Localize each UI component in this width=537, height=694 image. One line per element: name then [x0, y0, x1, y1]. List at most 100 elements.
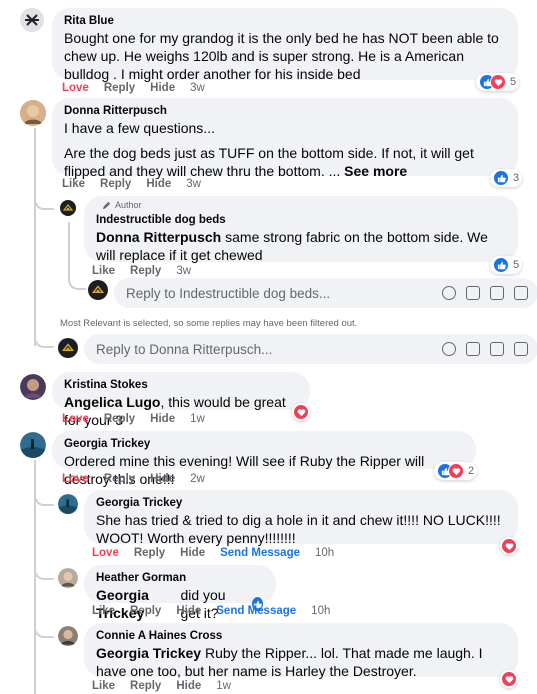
- avatar[interactable]: [20, 100, 46, 126]
- gif-icon[interactable]: [490, 342, 504, 356]
- hide-button[interactable]: Hide: [146, 178, 171, 190]
- comment-author[interactable]: Georgia Trickey: [64, 437, 464, 452]
- send-message-button[interactable]: Send Message: [216, 605, 296, 617]
- mention-link[interactable]: Georgia Trickey: [96, 645, 201, 661]
- comment-actions: Like Reply Hide 1w: [92, 680, 246, 692]
- hide-button[interactable]: Hide: [180, 547, 205, 559]
- comment-text-paragraph: Donna Ritterpusch same strong fabric on …: [96, 228, 506, 264]
- comment-actions: Like Reply Hide 3w: [62, 178, 216, 190]
- comment-text-paragraph: Are the dog beds just as TUFF on the bot…: [64, 144, 506, 180]
- page-avatar[interactable]: [60, 200, 76, 216]
- reaction-summary[interactable]: [500, 670, 518, 688]
- hide-button[interactable]: Hide: [176, 680, 201, 692]
- timestamp[interactable]: 3w: [190, 82, 205, 94]
- camera-icon[interactable]: [466, 342, 480, 356]
- reply-button[interactable]: Reply: [104, 413, 135, 425]
- reply-bubble: Author Indestructible dog beds Donna Rit…: [84, 196, 518, 264]
- like-button[interactable]: Like: [62, 178, 85, 190]
- page-avatar: [88, 280, 108, 300]
- avatar[interactable]: [20, 374, 46, 400]
- reply-button[interactable]: Reply: [130, 605, 161, 617]
- comment-text: Bought one for my grandog it is the only…: [64, 30, 499, 82]
- reply-input[interactable]: Reply to Indestructible dog beds...: [114, 278, 537, 308]
- timestamp[interactable]: 1w: [216, 680, 231, 692]
- reply-placeholder: Reply to Indestructible dog beds...: [126, 285, 331, 301]
- timestamp[interactable]: 1w: [190, 413, 205, 425]
- thread-curve: [34, 328, 54, 348]
- comment-bubble: Georgia Trickey Ordered mine this evenin…: [52, 431, 476, 487]
- love-button[interactable]: Love: [92, 547, 119, 559]
- composer-tools: [442, 286, 537, 300]
- avatar[interactable]: [20, 432, 46, 458]
- comment-author[interactable]: Donna Ritterpusch: [64, 104, 506, 119]
- thread-curve: [34, 190, 54, 210]
- comment-author[interactable]: Georgia Trickey: [96, 496, 506, 511]
- like-reaction-icon: [493, 257, 509, 273]
- reply-button[interactable]: Reply: [104, 473, 135, 485]
- see-more-link[interactable]: See more: [344, 163, 407, 179]
- comment-bubble: Donna Ritterpusch I have a few questions…: [52, 98, 518, 179]
- reply-placeholder: Reply to Donna Ritterpusch...: [96, 341, 273, 357]
- hide-button[interactable]: Hide: [150, 413, 175, 425]
- send-message-button[interactable]: Send Message: [220, 547, 300, 559]
- emoji-icon[interactable]: [442, 342, 456, 356]
- reply-button[interactable]: Reply: [104, 82, 135, 94]
- love-button[interactable]: Love: [62, 473, 89, 485]
- reaction-summary[interactable]: 5: [476, 73, 520, 91]
- hide-button[interactable]: Hide: [150, 82, 175, 94]
- reaction-summary[interactable]: [500, 537, 518, 555]
- timestamp[interactable]: 2w: [190, 473, 205, 485]
- love-reaction-icon: [293, 404, 309, 420]
- reply-bubble: Heather Gorman Georgia Trickey did you g…: [84, 565, 276, 621]
- comment-author[interactable]: Kristina Stokes: [64, 378, 298, 393]
- pencil-icon: [102, 201, 111, 209]
- like-button[interactable]: Like: [92, 605, 115, 617]
- sticker-icon[interactable]: [514, 342, 528, 356]
- reaction-count: 5: [513, 259, 520, 271]
- timestamp[interactable]: 10h: [315, 547, 334, 559]
- avatar[interactable]: [58, 626, 78, 646]
- emoji-icon[interactable]: [442, 286, 456, 300]
- timestamp[interactable]: 10h: [311, 605, 330, 617]
- mention-link[interactable]: Donna Ritterpusch: [96, 229, 221, 245]
- reaction-summary[interactable]: [292, 403, 310, 421]
- love-reaction-icon: [501, 538, 517, 554]
- reaction-summary[interactable]: 2: [434, 462, 478, 480]
- sticker-icon[interactable]: [514, 286, 528, 300]
- reply-button[interactable]: Reply: [130, 680, 161, 692]
- comment-actions: Like Reply Hide Send Message 10h: [92, 605, 345, 617]
- love-button[interactable]: Love: [62, 413, 89, 425]
- reply-button[interactable]: Reply: [134, 547, 165, 559]
- comment-author[interactable]: Connie A Haines Cross: [96, 629, 506, 644]
- timestamp[interactable]: 3w: [186, 178, 201, 190]
- love-button[interactable]: Love: [62, 82, 89, 94]
- mention-link[interactable]: Angelica Lugo: [64, 394, 160, 410]
- comment-author[interactable]: Heather Gorman: [96, 571, 264, 586]
- reaction-summary[interactable]: 3: [490, 169, 523, 187]
- comment-author[interactable]: Indestructible dog beds: [96, 213, 506, 228]
- timestamp[interactable]: 3w: [176, 265, 191, 277]
- avatar[interactable]: [58, 494, 78, 514]
- thread-curve: [34, 486, 54, 506]
- filter-note: Most Relevant is selected, so some repli…: [60, 318, 358, 329]
- avatar[interactable]: [20, 8, 44, 32]
- reaction-count: 2: [468, 465, 475, 477]
- avatar[interactable]: [58, 568, 78, 588]
- reply-button[interactable]: Reply: [100, 178, 131, 190]
- reply-button[interactable]: Reply: [130, 265, 161, 277]
- like-button[interactable]: Like: [92, 265, 115, 277]
- like-button[interactable]: Like: [92, 680, 115, 692]
- comment-author[interactable]: Rita Blue: [64, 14, 506, 29]
- author-badge: Author: [102, 200, 506, 210]
- reply-input[interactable]: Reply to Donna Ritterpusch...: [84, 334, 537, 364]
- comment-text: Are the dog beds just as TUFF on the bot…: [64, 145, 474, 179]
- comment-actions: Love Reply Hide 3w: [62, 82, 220, 94]
- hide-button[interactable]: Hide: [176, 605, 201, 617]
- comment-text-paragraph: Georgia Trickey Ruby the Ripper... lol. …: [96, 644, 506, 680]
- camera-icon[interactable]: [466, 286, 480, 300]
- comment-actions: Love Reply Hide Send Message 10h: [92, 547, 349, 559]
- hide-button[interactable]: Hide: [150, 473, 175, 485]
- reaction-summary[interactable]: 5: [490, 256, 523, 274]
- comment-text: She has tried & tried to dig a hole in i…: [96, 512, 501, 546]
- gif-icon[interactable]: [490, 286, 504, 300]
